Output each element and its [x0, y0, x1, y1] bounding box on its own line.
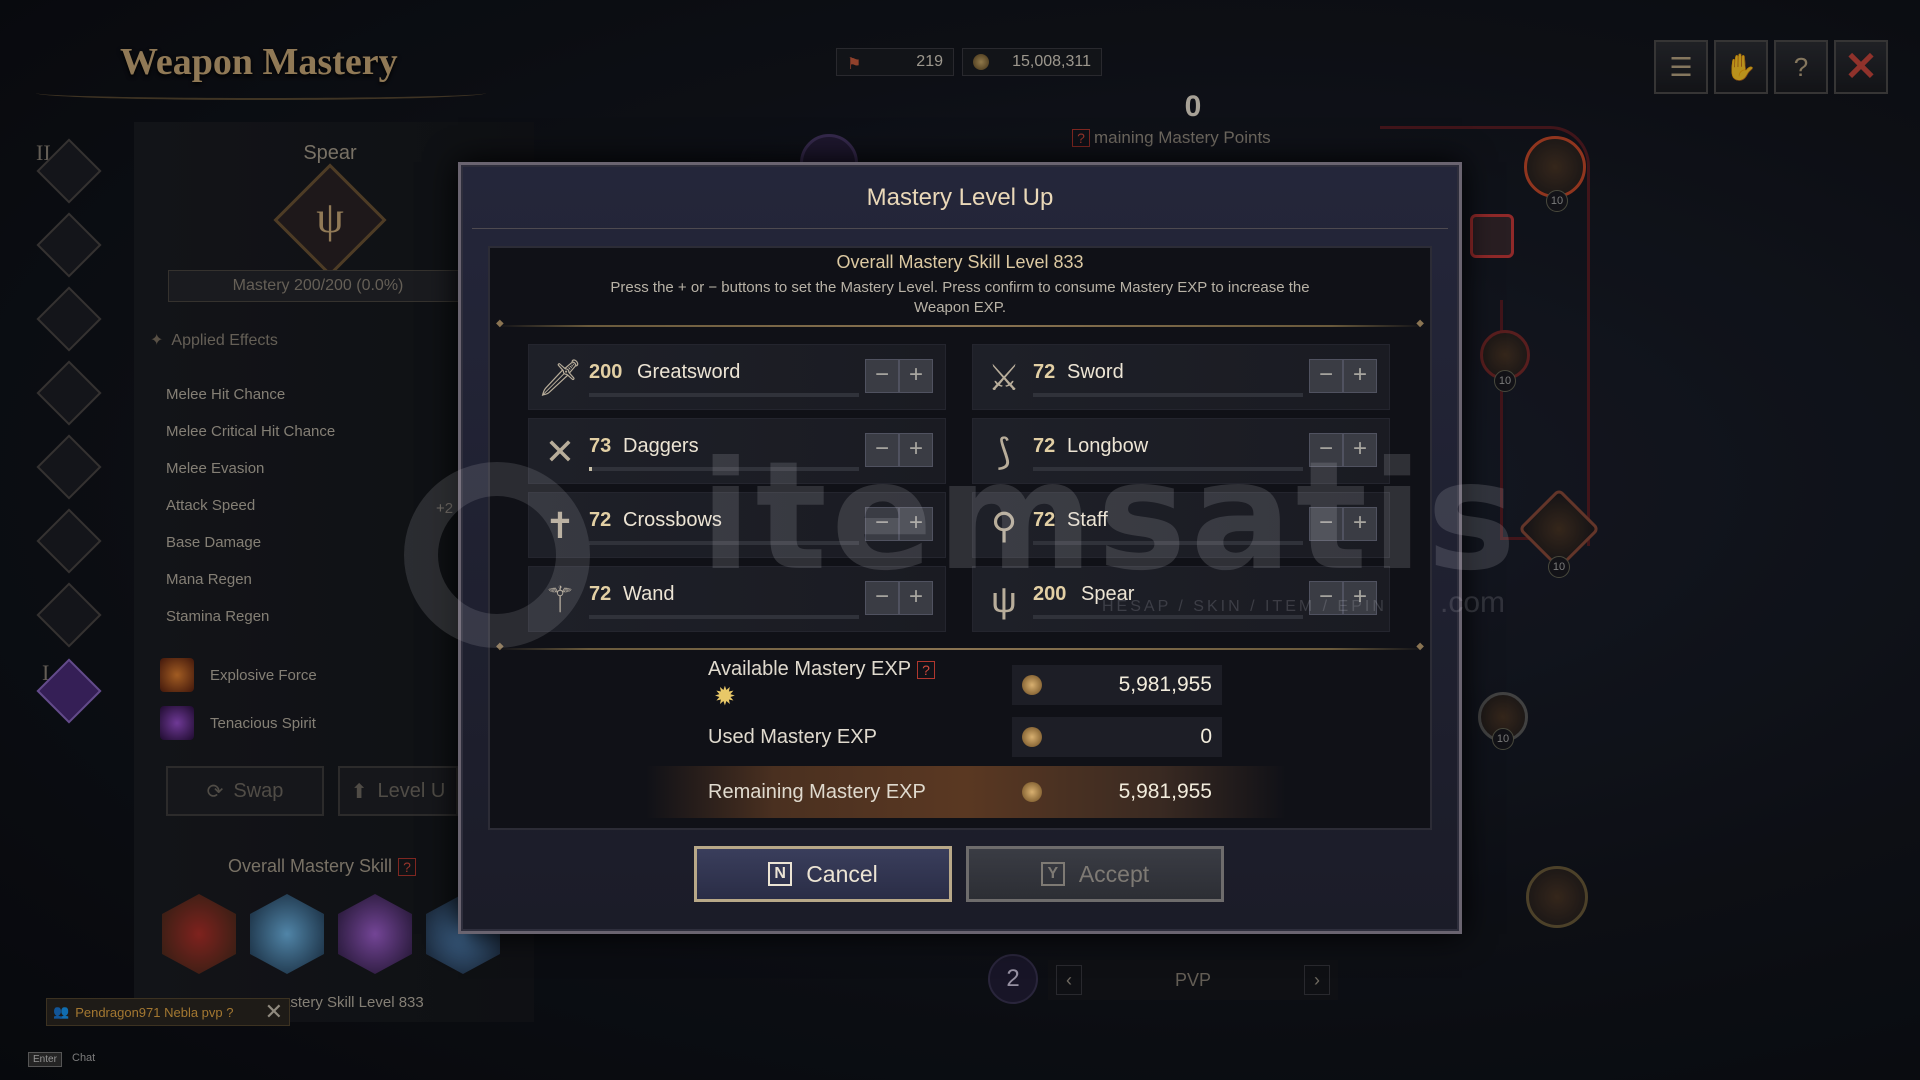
- decrease-button[interactable]: −: [865, 359, 899, 393]
- weapon-level: 200: [589, 361, 623, 383]
- weapon-row-sword: ⚔ 72 Sword − +: [972, 344, 1390, 410]
- weapon-level: 72: [1033, 361, 1056, 383]
- used-exp-row: Used Mastery EXP 0: [630, 712, 1290, 762]
- watermark-logo: [404, 462, 590, 648]
- increase-button[interactable]: +: [899, 359, 933, 393]
- greatsword-icon: 🗡: [537, 357, 583, 398]
- available-exp-value: 5,981,955: [1118, 673, 1212, 696]
- weapon-exp-fill: [589, 467, 592, 471]
- exp-value-box: 5,981,955: [1012, 772, 1222, 812]
- overall-mastery-level: Overall Mastery Skill Level 833: [836, 252, 1084, 272]
- available-exp-label: Available Mastery EXP: [708, 658, 912, 680]
- sword-icon: ⚔: [987, 357, 1021, 398]
- daggers-icon: ✕: [544, 431, 576, 472]
- instructions-text: Press the + or − buttons to set the Mast…: [610, 279, 1310, 316]
- decrease-button[interactable]: −: [1309, 359, 1343, 393]
- weapon-level: 72: [589, 583, 612, 605]
- mastery-exp-icon: [1022, 727, 1042, 747]
- used-exp-value: 0: [1200, 725, 1212, 748]
- weapon-level: 73: [589, 435, 612, 457]
- divider: [472, 228, 1448, 229]
- cancel-button[interactable]: N Cancel: [694, 846, 952, 902]
- help-icon[interactable]: ?: [917, 661, 936, 679]
- accept-label: Accept: [1078, 860, 1150, 887]
- divider: [496, 318, 1424, 329]
- weapon-name: Sword: [1067, 361, 1124, 383]
- remaining-exp-value: 5,981,955: [1118, 780, 1212, 803]
- remaining-exp-label: Remaining Mastery EXP: [708, 780, 926, 803]
- remaining-exp-row: Remaining Mastery EXP 5,981,955: [630, 767, 1290, 817]
- increase-button[interactable]: +: [1343, 359, 1377, 393]
- weapon-name: Wand: [623, 583, 675, 605]
- dialog-title: Mastery Level Up: [866, 184, 1054, 211]
- hotkey-y: Y: [1040, 862, 1065, 886]
- available-exp-row: Available Mastery EXP ? ✹ 5,981,955: [630, 658, 1290, 712]
- accept-button[interactable]: Y Accept: [966, 846, 1224, 902]
- cancel-label: Cancel: [806, 860, 878, 887]
- weapon-name: Daggers: [623, 435, 699, 457]
- weapon-exp-track: [589, 393, 859, 397]
- weapon-exp-track: [589, 615, 859, 619]
- weapon-exp-track: [1033, 393, 1303, 397]
- watermark-brand: itemsatis: [700, 430, 1521, 604]
- exp-label: Available Mastery EXP ? ✹: [630, 658, 940, 712]
- mastery-exp-icon: [1022, 675, 1042, 695]
- used-exp-label: Used Mastery EXP: [708, 725, 877, 748]
- mastery-exp-icon: [1022, 782, 1042, 802]
- weapon-row-greatsword: 🗡 200 Greatsword − +: [528, 344, 946, 410]
- weapon-name: Greatsword: [637, 361, 741, 383]
- sun-icon: ✹: [714, 681, 736, 711]
- weapon-level: 72: [589, 509, 612, 531]
- exp-value-box: 5,981,955: [1012, 665, 1222, 705]
- watermark-domain: .com: [1440, 586, 1506, 619]
- exp-value-box: 0: [1012, 717, 1222, 757]
- divider: [496, 641, 1424, 652]
- watermark-tagline: HESAP / SKIN / ITEM / EPIN: [1102, 598, 1387, 615]
- hotkey-n: N: [768, 862, 793, 886]
